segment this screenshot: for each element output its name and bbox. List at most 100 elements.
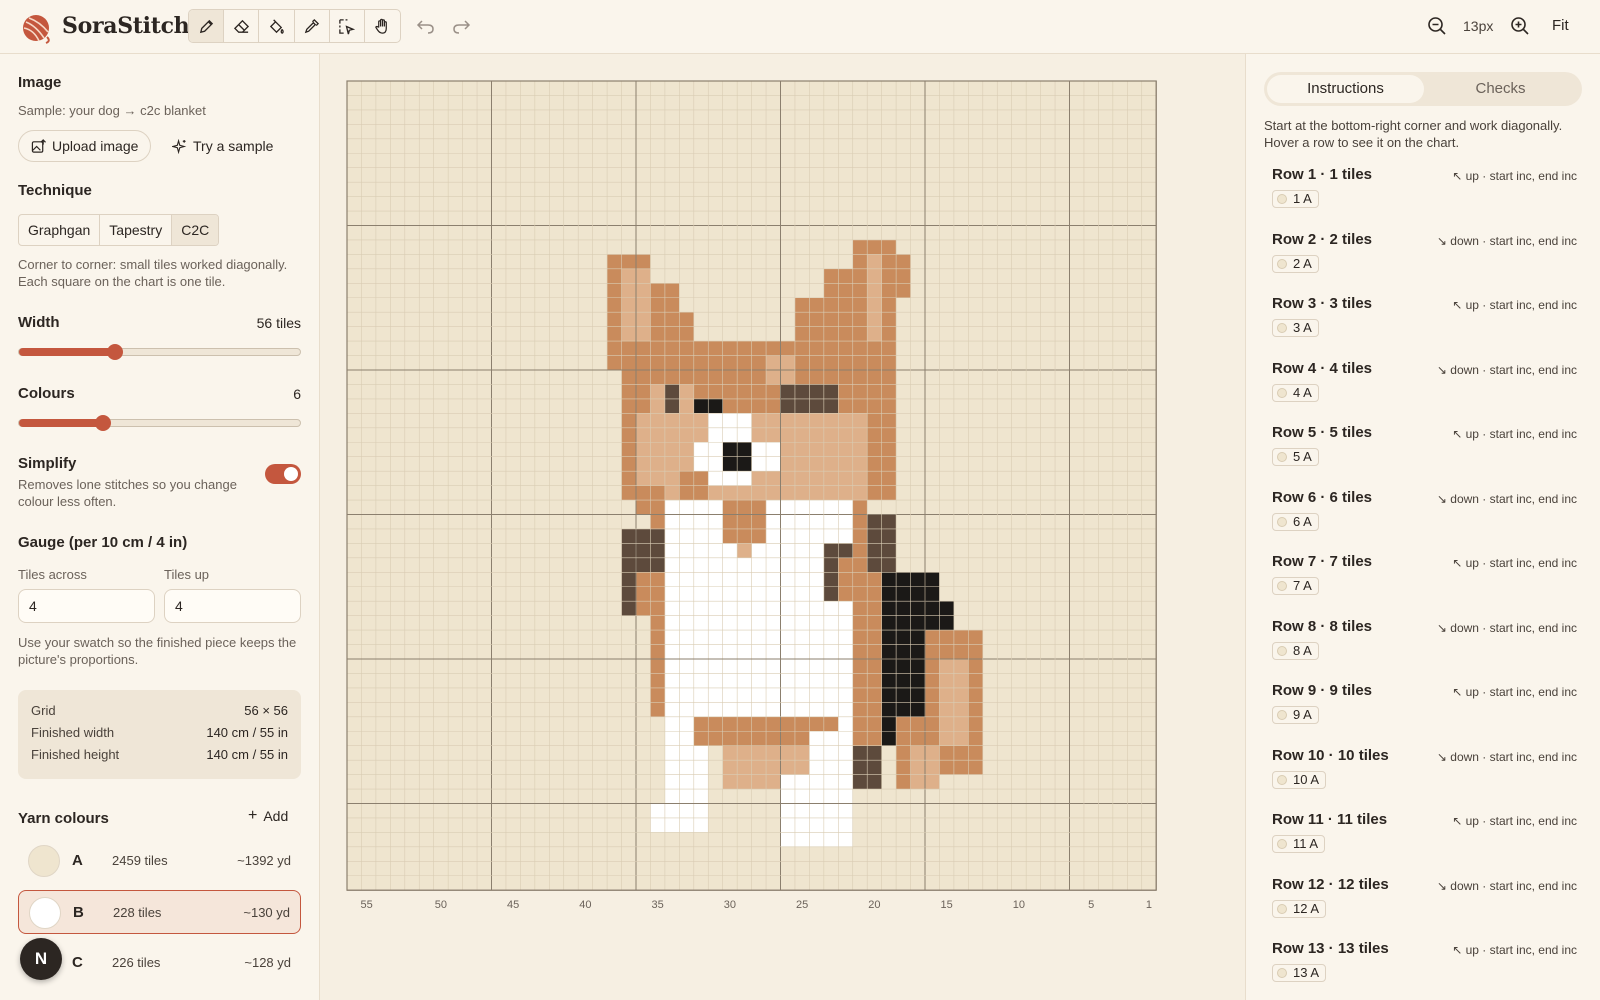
stitch-cell[interactable]	[910, 702, 925, 717]
stitch-cell[interactable]	[852, 673, 868, 688]
stitch-cell[interactable]	[794, 543, 810, 558]
stitch-cell[interactable]	[925, 745, 940, 761]
stitch-cell[interactable]	[766, 716, 781, 732]
stitch-cell[interactable]	[636, 398, 651, 414]
stitch-cell[interactable]	[809, 398, 824, 414]
stitch-cell[interactable]	[693, 803, 709, 818]
stitch-cell[interactable]	[823, 413, 839, 428]
stitch-cell[interactable]	[679, 471, 694, 486]
stitch-cell[interactable]	[823, 731, 839, 746]
stitch-cell[interactable]	[881, 370, 897, 385]
stitch-cell[interactable]	[693, 528, 709, 544]
stitch-cell[interactable]	[823, 500, 839, 515]
eyedropper-tool-button[interactable]	[295, 10, 330, 42]
stitch-cell[interactable]	[867, 514, 882, 529]
stitch-cell[interactable]	[780, 774, 795, 790]
stitch-cell[interactable]	[809, 341, 824, 356]
stitch-cell[interactable]	[621, 370, 636, 385]
stitch-cell[interactable]	[968, 630, 983, 645]
tab-instructions[interactable]: Instructions	[1267, 75, 1424, 103]
stitch-cell[interactable]	[737, 514, 752, 529]
stitch-cell[interactable]	[896, 687, 911, 703]
stitch-cell[interactable]	[838, 745, 853, 761]
stitch-cell[interactable]	[722, 514, 738, 529]
stitch-cell[interactable]	[664, 427, 680, 443]
stitch-cell[interactable]	[693, 485, 709, 501]
stitch-cell[interactable]	[838, 615, 853, 631]
stitch-cell[interactable]	[867, 543, 882, 558]
stitch-cell[interactable]	[910, 659, 925, 674]
stitch-cell[interactable]	[809, 687, 824, 703]
stitch-cell[interactable]	[621, 485, 636, 501]
stitch-cell[interactable]	[838, 297, 853, 313]
stitch-cell[interactable]	[896, 630, 911, 645]
stitch-cell[interactable]	[621, 254, 636, 269]
stitch-cell[interactable]	[852, 615, 868, 631]
stitch-cell[interactable]	[852, 283, 868, 298]
stitch-cell[interactable]	[693, 398, 709, 414]
stitch-cell[interactable]	[751, 514, 767, 529]
stitch-cell[interactable]	[650, 413, 665, 428]
stitch-cell[interactable]	[737, 427, 752, 443]
stitch-cell[interactable]	[621, 543, 636, 558]
stitch-cell[interactable]	[737, 355, 752, 370]
stitch-cell[interactable]	[809, 442, 824, 457]
stitch-cell[interactable]	[823, 803, 839, 818]
stitch-cell[interactable]	[823, 384, 839, 399]
stitch-cell[interactable]	[780, 731, 795, 746]
stitch-cell[interactable]	[650, 601, 665, 616]
stitch-cell[interactable]	[881, 615, 897, 631]
stitch-cell[interactable]	[838, 659, 853, 674]
stitch-cell[interactable]	[693, 760, 709, 775]
stitch-cell[interactable]	[867, 557, 882, 573]
stitch-cell[interactable]	[621, 586, 636, 602]
stitch-cell[interactable]	[881, 254, 897, 269]
stitch-cell[interactable]	[823, 442, 839, 457]
stitch-cell[interactable]	[708, 427, 723, 443]
tab-checks[interactable]: Checks	[1422, 75, 1579, 103]
stitch-cell[interactable]	[780, 601, 795, 616]
stitch-cell[interactable]	[636, 384, 651, 399]
stitch-cell[interactable]	[664, 716, 680, 732]
stitch-cell[interactable]	[693, 817, 709, 833]
stitch-cell[interactable]	[679, 716, 694, 732]
stitch-cell[interactable]	[809, 673, 824, 688]
stitch-cell[interactable]	[809, 485, 824, 501]
stitch-cell[interactable]	[794, 341, 810, 356]
stitch-cell[interactable]	[693, 413, 709, 428]
stitch-cell[interactable]	[766, 774, 781, 790]
fit-button[interactable]: Fit	[1552, 17, 1569, 34]
stitch-cell[interactable]	[679, 370, 694, 385]
stitch-cell[interactable]	[650, 297, 665, 313]
stitch-cell[interactable]	[679, 528, 694, 544]
stitch-cell[interactable]	[766, 442, 781, 457]
width-slider-thumb[interactable]	[106, 344, 123, 360]
stitch-cell[interactable]	[737, 673, 752, 688]
stitch-cell[interactable]	[910, 687, 925, 703]
stitch-cell[interactable]	[968, 702, 983, 717]
stitch-cell[interactable]	[838, 500, 853, 515]
stitch-cell[interactable]	[650, 370, 665, 385]
stitch-cell[interactable]	[751, 485, 767, 501]
stitch-cell[interactable]	[766, 471, 781, 486]
stitch-cell[interactable]	[679, 427, 694, 443]
stitch-cell[interactable]	[809, 312, 824, 327]
stitch-cell[interactable]	[823, 355, 839, 370]
stitch-cell[interactable]	[664, 601, 680, 616]
stitch-cell[interactable]	[751, 398, 767, 414]
stitch-cell[interactable]	[867, 398, 882, 414]
stitch-cell[interactable]	[679, 702, 694, 717]
stitch-cell[interactable]	[650, 471, 665, 486]
stitch-cell[interactable]	[751, 673, 767, 688]
stitch-cell[interactable]	[953, 716, 969, 732]
stitch-cell[interactable]	[794, 297, 810, 313]
stitch-cell[interactable]	[896, 615, 911, 631]
stitch-cell[interactable]	[751, 760, 767, 775]
stitch-cell[interactable]	[766, 500, 781, 515]
stitch-cell[interactable]	[794, 745, 810, 761]
stitch-cell[interactable]	[636, 572, 651, 587]
instruction-row[interactable]: Row 7 · 7 tiles ↖ up · start inc, end inc…	[1272, 553, 1577, 609]
stitch-cell[interactable]	[794, 398, 810, 414]
stitch-cell[interactable]	[881, 630, 897, 645]
stitch-cell[interactable]	[794, 615, 810, 631]
